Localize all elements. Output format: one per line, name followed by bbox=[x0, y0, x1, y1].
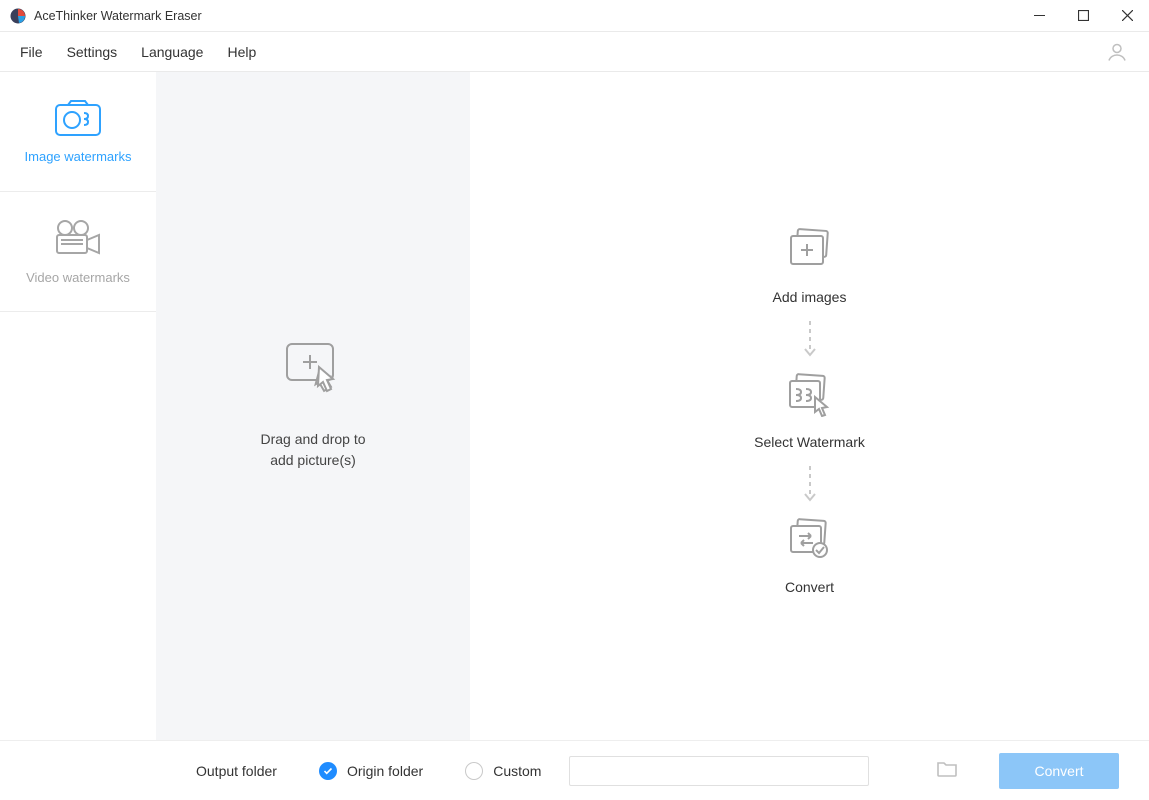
maximize-button[interactable] bbox=[1061, 0, 1105, 32]
custom-path-input[interactable] bbox=[569, 756, 869, 786]
step-add-images: Add images bbox=[773, 228, 847, 305]
step-label-add-images: Add images bbox=[773, 289, 847, 305]
menu-language[interactable]: Language bbox=[129, 32, 215, 72]
menu-settings[interactable]: Settings bbox=[55, 32, 130, 72]
menu-help[interactable]: Help bbox=[215, 32, 268, 72]
close-button[interactable] bbox=[1105, 0, 1149, 32]
step-convert: Convert bbox=[785, 518, 835, 595]
arrow-down-icon bbox=[804, 464, 816, 504]
step-label-select-watermark: Select Watermark bbox=[754, 434, 865, 450]
drop-text-line2: add picture(s) bbox=[260, 450, 365, 471]
footer-bar: Output folder Origin folder Custom Conve… bbox=[0, 740, 1149, 800]
select-watermark-icon bbox=[784, 373, 834, 420]
output-folder-label: Output folder bbox=[196, 763, 277, 779]
title-bar: AceThinker Watermark Eraser bbox=[0, 0, 1149, 32]
convert-icon bbox=[785, 518, 835, 565]
menu-file[interactable]: File bbox=[8, 32, 55, 72]
arrow-down-icon bbox=[804, 319, 816, 359]
menu-bar: File Settings Language Help bbox=[0, 32, 1149, 72]
folder-icon bbox=[936, 760, 958, 781]
user-icon[interactable] bbox=[1105, 40, 1129, 64]
step-label-convert: Convert bbox=[785, 579, 834, 595]
add-images-icon bbox=[785, 228, 835, 275]
sidebar: Image watermarks Video watermarks bbox=[0, 72, 156, 740]
camera-icon bbox=[54, 99, 102, 137]
minimize-button[interactable] bbox=[1017, 0, 1061, 32]
drop-text-line1: Drag and drop to bbox=[260, 429, 365, 450]
step-select-watermark: Select Watermark bbox=[754, 373, 865, 450]
radio-unchecked-icon bbox=[465, 762, 483, 780]
app-icon bbox=[10, 8, 26, 24]
drop-text: Drag and drop to add picture(s) bbox=[260, 429, 365, 471]
sidebar-item-image-watermarks[interactable]: Image watermarks bbox=[0, 72, 156, 192]
sidebar-label-video: Video watermarks bbox=[26, 270, 130, 285]
radio-custom[interactable]: Custom bbox=[465, 762, 541, 780]
radio-label-origin: Origin folder bbox=[347, 763, 423, 779]
video-camera-icon bbox=[51, 218, 105, 258]
radio-label-custom: Custom bbox=[493, 763, 541, 779]
add-picture-icon bbox=[283, 342, 343, 399]
convert-button[interactable]: Convert bbox=[999, 753, 1119, 789]
app-title: AceThinker Watermark Eraser bbox=[34, 9, 202, 23]
sidebar-label-image: Image watermarks bbox=[25, 149, 132, 164]
radio-checked-icon bbox=[319, 762, 337, 780]
sidebar-item-video-watermarks[interactable]: Video watermarks bbox=[0, 192, 156, 312]
drop-zone[interactable]: Drag and drop to add picture(s) bbox=[156, 72, 470, 740]
browse-folder-button[interactable] bbox=[933, 757, 961, 785]
radio-origin-folder[interactable]: Origin folder bbox=[319, 762, 423, 780]
steps-guide: Add images Select Watermark bbox=[470, 72, 1149, 740]
window-controls bbox=[1017, 0, 1149, 32]
